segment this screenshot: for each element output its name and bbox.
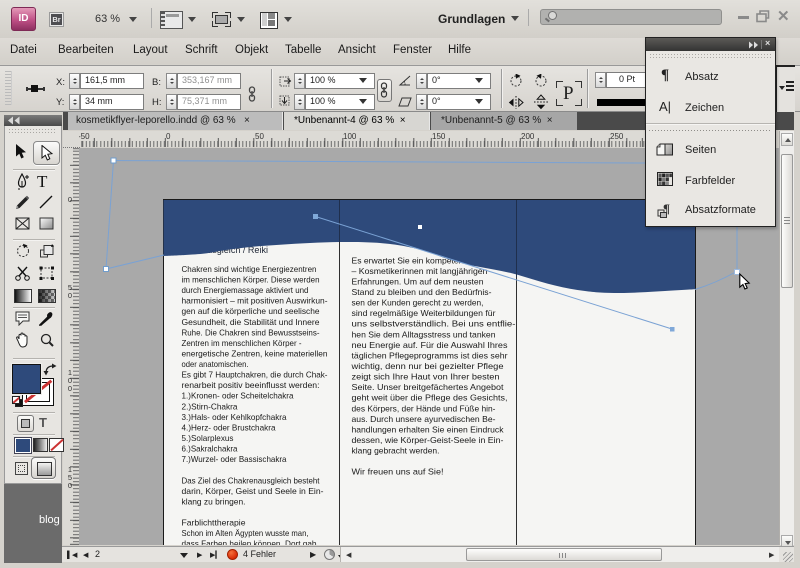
svg-text:3.)Hals- oder Kehlkopfchakra: 3.)Hals- oder Kehlkopfchakra [182,412,287,422]
svg-text:Schon im Alten Ägypten wusste: Schon im Alten Ägypten wusste man, [182,528,309,538]
svg-text:renarbeit positiv beeinflusst: renarbeit positiv beeinflusst werden: [182,380,320,390]
svg-text:sind regelmäßige Weiterbildung: sind regelmäßige Weiterbildungen für [352,308,496,318]
svg-text:Stand zu bleiben und den Bedür: Stand zu bleiben und den Bedürfnis- [352,287,492,297]
svg-text:wichtig, denn nur bei gezielte: wichtig, denn nur bei gezielter Pflege [350,361,504,371]
svg-text:6.)Sakralchakra: 6.)Sakralchakra [182,444,238,454]
svg-text:Chakren sind wichtige Energiez: Chakren sind wichtige Energiezentren [182,264,317,274]
svg-text:klang zu bringen.: klang zu bringen. [182,496,246,506]
svg-text:2.)Stirn-Chakra: 2.)Stirn-Chakra [182,401,238,411]
svg-text:Erfahrungen. Um auf dem neus: Erfahrungen. Um auf dem neusten [352,276,484,286]
svg-text:aus. Durch unsere ayurvedisch: aus. Durch unsere ayurvedischen Be- [352,414,496,424]
svg-text:durch Energiemassage aktiviert: durch Energiemassage aktiviert und [182,285,309,295]
svg-text:1.)Kronen- oder Scheitelchakra: 1.)Kronen- oder Scheitelchakra [182,391,294,401]
svg-text:uns selbstverständlich. Bei u: uns selbstverständlich. Bei uns entflie- [352,319,516,329]
svg-text:zeigt sich Ihre Haut von Ihrer: zeigt sich Ihre Haut von Ihrer besten [352,372,500,382]
svg-text:Es gibt 7 Hauptchakren, die du: Es gibt 7 Hauptchakren, die durch Chak- [182,370,328,380]
svg-text:darin, Körper, Geist und Seele: darin, Körper, Geist und Seele in Ein- [182,486,324,496]
svg-text:5.)Solarplexus: 5.)Solarplexus [182,433,234,443]
svg-text:täglichen Pflegeprogramms ist: täglichen Pflegeprogramms ist dies sehr [352,350,508,360]
svg-text:hen Sie dem Alltagsstress und: hen Sie dem Alltagsstress und tanken [352,329,496,339]
svg-text:geht weit über die Pflege des: geht weit über die Pflege des Gesichts, [352,393,508,403]
svg-text:neu Energie auf. Für die Ausw: neu Energie auf. Für die Auswahl Ihres [352,340,508,350]
svg-text:im menschlichen Körper. Diese: im menschlichen Körper. Diese werden [182,275,320,285]
svg-text:gen auf die körperliche und se: gen auf die körperliche und seelische [182,306,320,316]
svg-text:– Kosmetikerinnen mit langjähr: – Kosmetikerinnen mit langjährigen [352,266,488,276]
svg-text:Farblichttherapie: Farblichttherapie [182,518,246,528]
svg-text:7.)Wurzel- oder Bassischakra: 7.)Wurzel- oder Bassischakra [182,454,287,464]
svg-text:dass Farben heilen können. Do: dass Farben heilen können. Dort gab [182,539,317,545]
svg-text:Das Ziel des Chakrenausgleich: Das Ziel des Chakrenausgleich besteht [182,475,321,485]
svg-text:des Körpers, der Hände und Füß: des Körpers, der Hände und Füße hin- [352,403,496,413]
svg-text:Seite. Unser breitgefächertes: Seite. Unser breitgefächertes Angebot [352,382,505,392]
svg-text:Gesundheit, die Stabilität und: Gesundheit, die Stabilität und Innere [182,317,320,327]
svg-text:dessen, wie Körper-Geist-Seele: dessen, wie Körper-Geist-Seele in Ein- [352,435,504,445]
svg-text:Zentren im menschlichen Körper: Zentren im menschlichen Körper - [182,338,302,348]
svg-text:Ruhe. Die Chakren sind Bewuss: Ruhe. Die Chakren sind Bewusstseins- [182,327,320,337]
svg-text:handlungen erhalten Sie einen: handlungen erhalten Sie einen Eindruck [352,424,505,434]
svg-text:oder anatomischen.: oder anatomischen. [182,359,249,369]
svg-text:sen der Kunden gerecht zu werd: sen der Kunden gerecht zu werden, [352,298,484,308]
svg-text:Wir freuen uns auf Sie!: Wir freuen uns auf Sie! [352,467,444,477]
svg-text:harmonisiert – mit positiven A: harmonisiert – mit positiven Auswirkun- [182,296,328,306]
svg-text:4.)Herz- oder Brustchakra: 4.)Herz- oder Brustchakra [182,422,276,432]
svg-text:energetische Zentren, keine ma: energetische Zentren, keine materiellen [182,349,328,359]
svg-text:klang gebracht werden.: klang gebracht werden. [352,446,440,456]
